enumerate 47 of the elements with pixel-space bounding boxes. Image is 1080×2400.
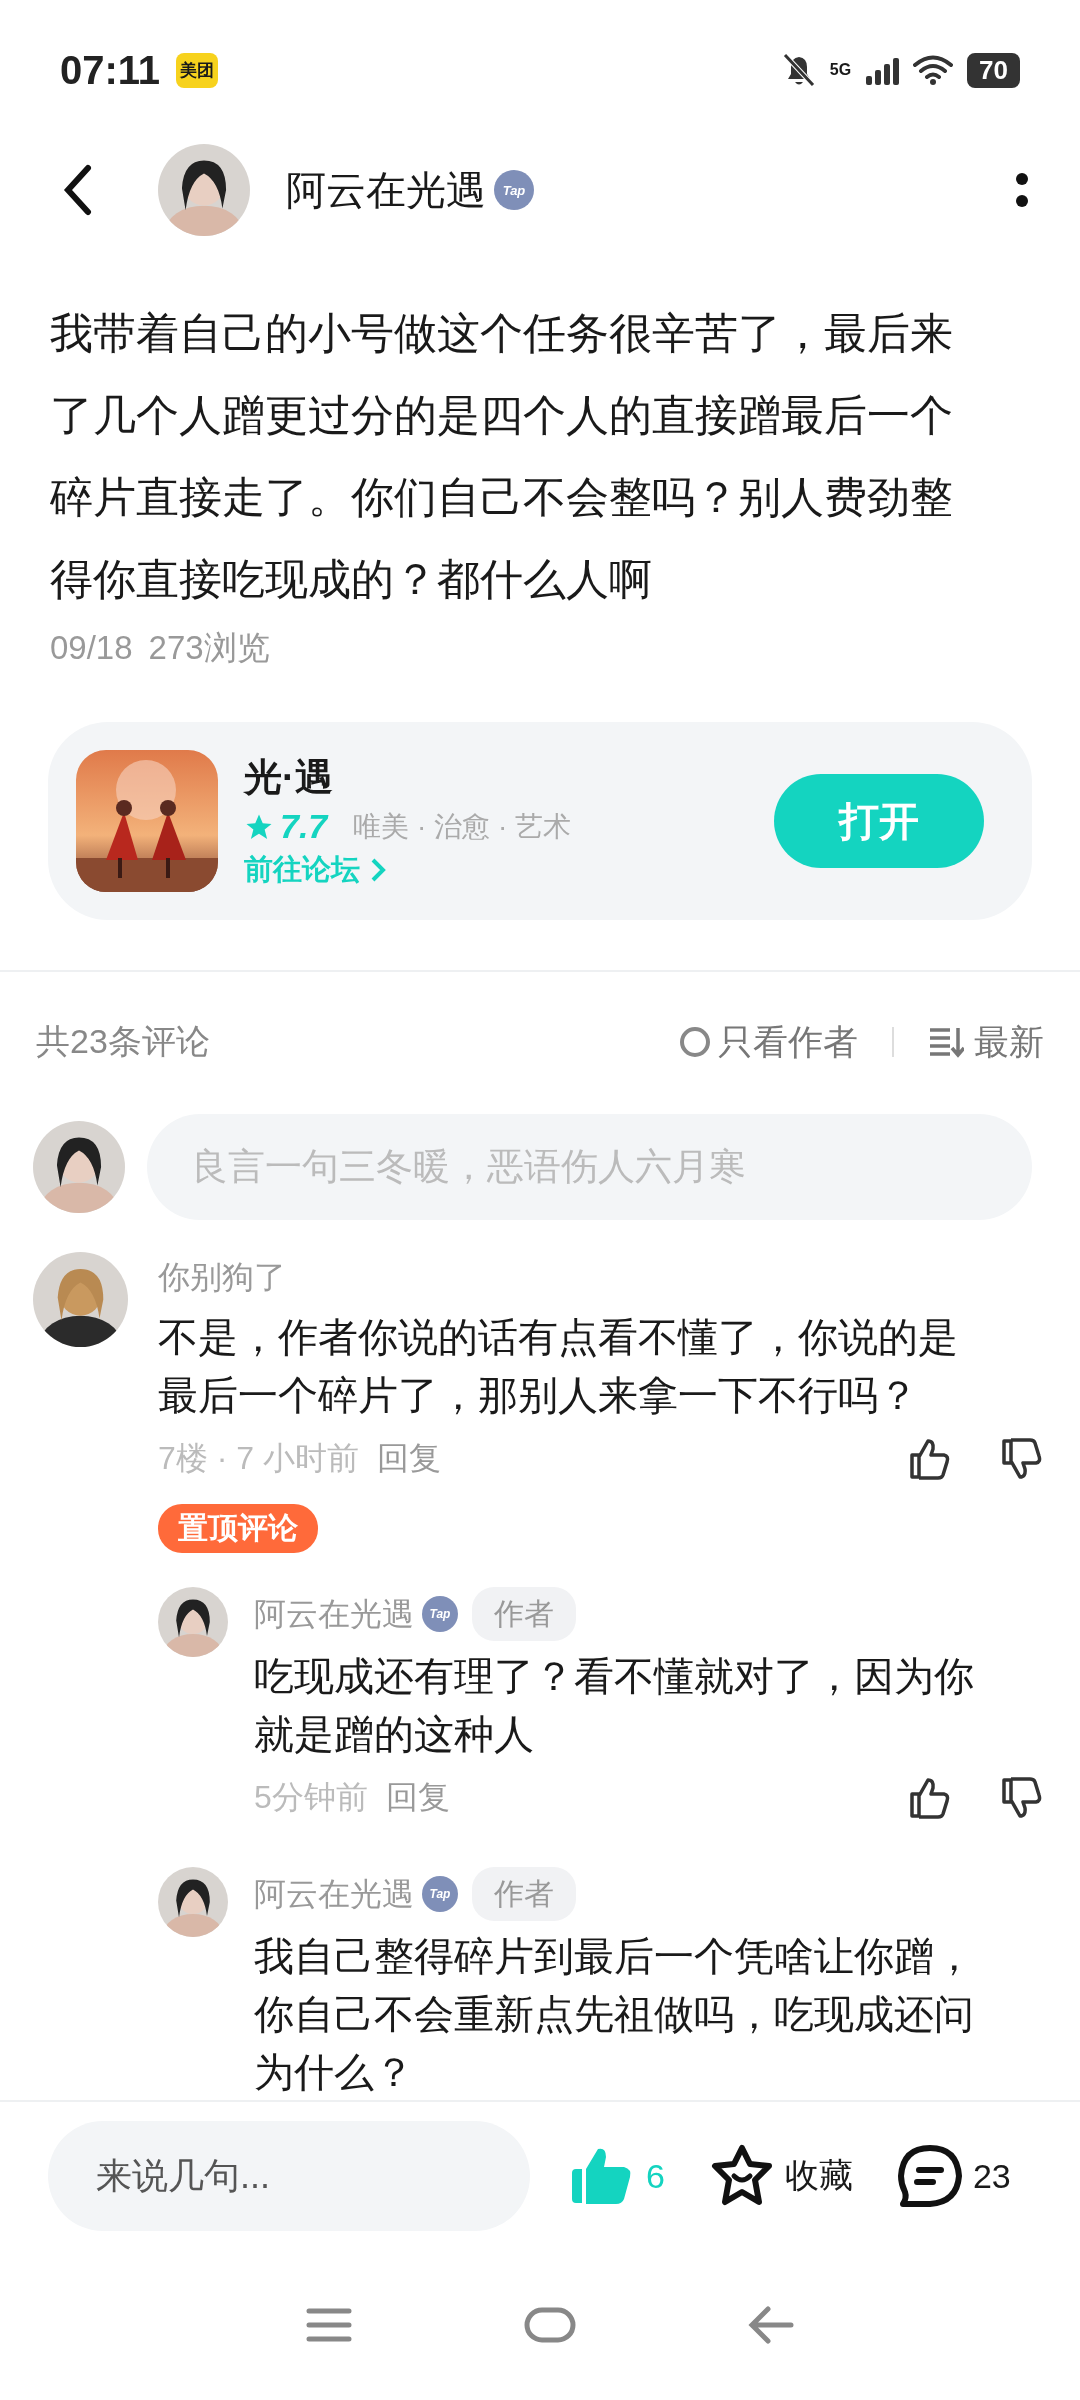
- radio-button[interactable]: [680, 1027, 710, 1057]
- tap-badge: Tap: [422, 1876, 458, 1912]
- chevron-icon: [370, 857, 386, 883]
- like-count: 6: [646, 2156, 665, 2196]
- comment-meta: 5分钟前: [254, 1778, 368, 1817]
- reply-text: 吃现成还有理了？看不懂就对了，因为你就是蹭的这种人: [254, 1653, 975, 1758]
- view-count: 273浏览: [148, 628, 270, 668]
- wifi-icon: [913, 54, 954, 86]
- chat-bubble-icon[interactable]: [896, 2144, 963, 2208]
- menu-icon[interactable]: [306, 2307, 352, 2343]
- game-tags: 唯美 · 治愈 · 艺术: [353, 807, 572, 846]
- comment-input[interactable]: 良言一句三冬暖，恶语伤人六月寒: [147, 1114, 1032, 1220]
- battery-indicator: 70: [967, 52, 1020, 88]
- author-only-label[interactable]: 只看作者: [718, 1018, 858, 1066]
- comment-input[interactable]: 来说几句...: [48, 2121, 530, 2231]
- game-title: 光·遇: [244, 755, 334, 800]
- open-button[interactable]: 打开: [774, 774, 984, 868]
- pinned-badge: 置顶评论: [158, 1504, 318, 1553]
- app-badge: 美团: [176, 52, 219, 88]
- network-type: 5G: [829, 61, 852, 79]
- reply-link[interactable]: 回复: [376, 1437, 441, 1481]
- rating: 7.7: [280, 807, 328, 846]
- clock: 07:11: [60, 47, 161, 93]
- sort-label[interactable]: 最新: [974, 1018, 1044, 1066]
- replier-name[interactable]: 阿云在光遇: [254, 1589, 414, 1639]
- comment-meta: 7楼 · 7 小时前: [158, 1439, 359, 1478]
- tap-badge: Tap: [422, 1596, 458, 1632]
- author-tag: 作者: [472, 1867, 576, 1921]
- home-icon[interactable]: [524, 2307, 576, 2343]
- comment-total: 23: [972, 2156, 1011, 2196]
- post-date: 09/18: [50, 628, 133, 668]
- muted-bell-icon: [781, 52, 816, 88]
- author-tag: 作者: [472, 1587, 576, 1641]
- tap-badge: Tap: [494, 170, 534, 210]
- replier-name[interactable]: 阿云在光遇: [254, 1869, 414, 1919]
- comment-count: 共23条评论: [36, 1021, 210, 1062]
- commenter-name[interactable]: 你别狗了: [158, 1252, 286, 1302]
- favorite-label[interactable]: 收藏: [784, 2153, 853, 2199]
- reply-text: 我自己整得碎片到最后一个凭啥让你蹭，你自己不会重新点先祖做吗，吃现成还问为什么？: [254, 1933, 975, 2096]
- reply-link[interactable]: 回复: [385, 1776, 450, 1820]
- comment-text: 不是，作者你说的话有点看不懂了，你说的是最后一个碎片了，那别人来拿一下不行吗？: [158, 1314, 959, 1419]
- game-card[interactable]: 光·遇 7.7 唯美 · 治愈 · 艺术 前往论坛 打开: [48, 722, 1032, 920]
- sort-icon[interactable]: [928, 1026, 964, 1058]
- more-icon[interactable]: [1014, 170, 1030, 210]
- author-name[interactable]: 阿云在光遇: [286, 162, 486, 218]
- post-text: 我带着自己的小号做这个任务很辛苦了，最后来了几个人蹭更过分的是四个人的直接蹭最后一个碎片直接走了。你们自己不会整吗？别人费劲整得你直接吃现成的？都什么人啊: [50, 308, 954, 605]
- forum-link[interactable]: 前往论坛: [244, 850, 774, 890]
